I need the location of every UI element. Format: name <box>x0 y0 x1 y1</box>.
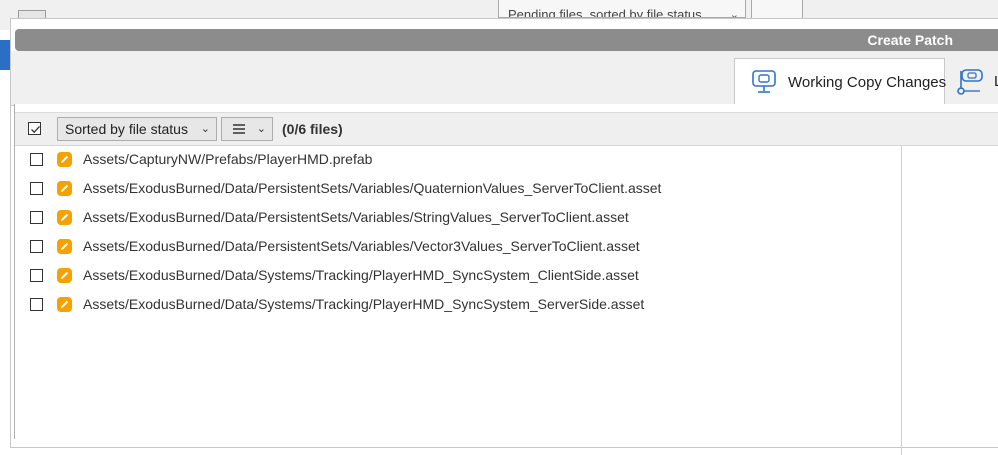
monitor-icon <box>752 70 776 93</box>
file-path: Assets/CapturyNW/Prefabs/PlayerHMD.prefa… <box>83 151 373 167</box>
dialog-titlebar: Create Patch <box>15 29 998 51</box>
pencil-icon <box>57 152 72 167</box>
list-icon <box>233 124 245 134</box>
pencil-icon <box>57 181 72 196</box>
file-checkbox[interactable] <box>30 182 43 195</box>
pencil-icon <box>57 210 72 225</box>
chevron-down-icon: ⌄ <box>200 123 210 135</box>
view-mode-dropdown[interactable]: ⌄ <box>221 117 273 141</box>
file-path: Assets/ExodusBurned/Data/PersistentSets/… <box>83 180 662 196</box>
checkmark-icon <box>31 126 40 134</box>
background-accent-strip <box>0 40 10 70</box>
chevron-down-icon: ⌄ <box>729 9 739 18</box>
file-list: Assets/CapturyNW/Prefabs/PlayerHMD.prefa… <box>15 145 902 455</box>
background-view-button[interactable] <box>751 0 803 19</box>
file-path: Assets/ExodusBurned/Data/PersistentSets/… <box>83 238 640 254</box>
list-item[interactable]: Assets/CapturyNW/Prefabs/PlayerHMD.prefa… <box>15 145 901 174</box>
list-item[interactable]: Assets/ExodusBurned/Data/Systems/Trackin… <box>15 290 901 319</box>
dialog-title: Create Patch <box>867 32 953 48</box>
file-path: Assets/ExodusBurned/Data/Systems/Trackin… <box>83 267 639 283</box>
sort-dropdown[interactable]: Sorted by file status ⌄ <box>57 117 217 141</box>
background-filter-label: Pending files, sorted by file status <box>508 7 702 18</box>
tab-log[interactable]: L <box>956 65 998 105</box>
file-path: Assets/ExodusBurned/Data/PersistentSets/… <box>83 209 629 225</box>
file-checkbox[interactable] <box>30 153 43 166</box>
chevron-down-icon: ⌄ <box>256 123 266 135</box>
tab-label: Working Copy Changes <box>788 74 947 91</box>
file-checkbox[interactable] <box>30 211 43 224</box>
changes-toolbar: Sorted by file status ⌄ ⌄ (0/6 files) <box>15 112 998 146</box>
list-item[interactable]: Assets/ExodusBurned/Data/PersistentSets/… <box>15 203 901 232</box>
pencil-icon <box>57 239 72 254</box>
file-checkbox[interactable] <box>30 269 43 282</box>
background-filter-dropdown[interactable]: Pending files, sorted by file status ⌄ <box>498 0 746 18</box>
file-checkbox[interactable] <box>30 298 43 311</box>
sort-dropdown-label: Sorted by file status <box>65 121 188 137</box>
list-item[interactable]: Assets/ExodusBurned/Data/Systems/Trackin… <box>15 261 901 290</box>
file-checkbox[interactable] <box>30 240 43 253</box>
list-item[interactable]: Assets/ExodusBurned/Data/PersistentSets/… <box>15 174 901 203</box>
file-path: Assets/ExodusBurned/Data/Systems/Trackin… <box>83 296 645 312</box>
tab-bar: Working Copy Changes L <box>11 51 998 106</box>
pencil-icon <box>57 268 72 283</box>
pencil-icon <box>57 297 72 312</box>
changes-panel: Sorted by file status ⌄ ⌄ (0/6 files) As… <box>14 104 998 455</box>
select-all-checkbox[interactable] <box>28 122 41 135</box>
tab-label: L <box>994 73 998 90</box>
branch-icon <box>957 69 983 95</box>
file-count: (0/6 files) <box>282 121 343 137</box>
tab-working-copy-changes[interactable]: Working Copy Changes <box>734 58 947 106</box>
list-item[interactable]: Assets/ExodusBurned/Data/PersistentSets/… <box>15 232 901 261</box>
